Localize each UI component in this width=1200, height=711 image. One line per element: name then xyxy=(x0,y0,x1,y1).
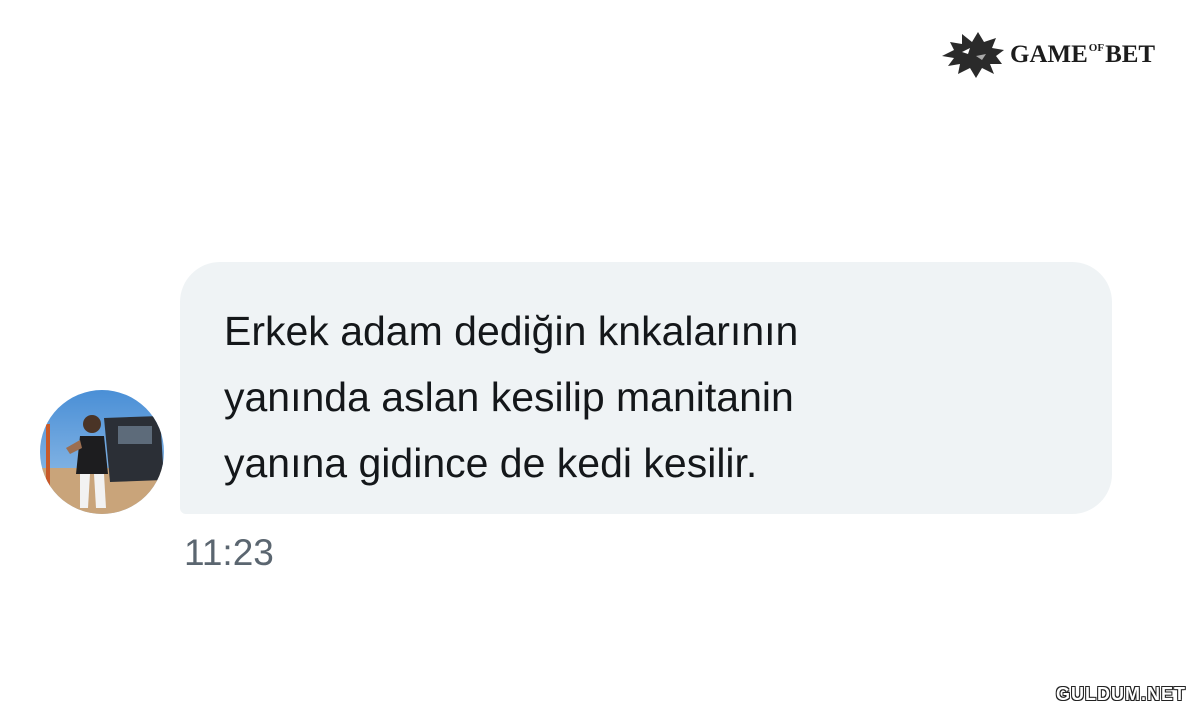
avatar[interactable] xyxy=(40,390,164,514)
message-bubble[interactable]: Erkek adam dediğin knkalarının yanında a… xyxy=(180,262,1112,514)
message-timestamp: 11:23 xyxy=(184,532,274,573)
avatar-photo xyxy=(40,390,164,514)
watermark: GULDUM.NET xyxy=(1056,684,1186,704)
logo-wordmark: GAMEOFBET xyxy=(1010,41,1155,69)
wolf-head-icon xyxy=(942,32,1004,78)
logo-word-of: OF xyxy=(1088,42,1105,54)
gameofbet-logo: GAMEOFBET xyxy=(940,30,1155,80)
logo-word-bet: BET xyxy=(1105,41,1156,68)
message-text: Erkek adam dediğin knkalarının yanında a… xyxy=(224,308,799,486)
logo-word-game: GAME xyxy=(1010,41,1088,68)
